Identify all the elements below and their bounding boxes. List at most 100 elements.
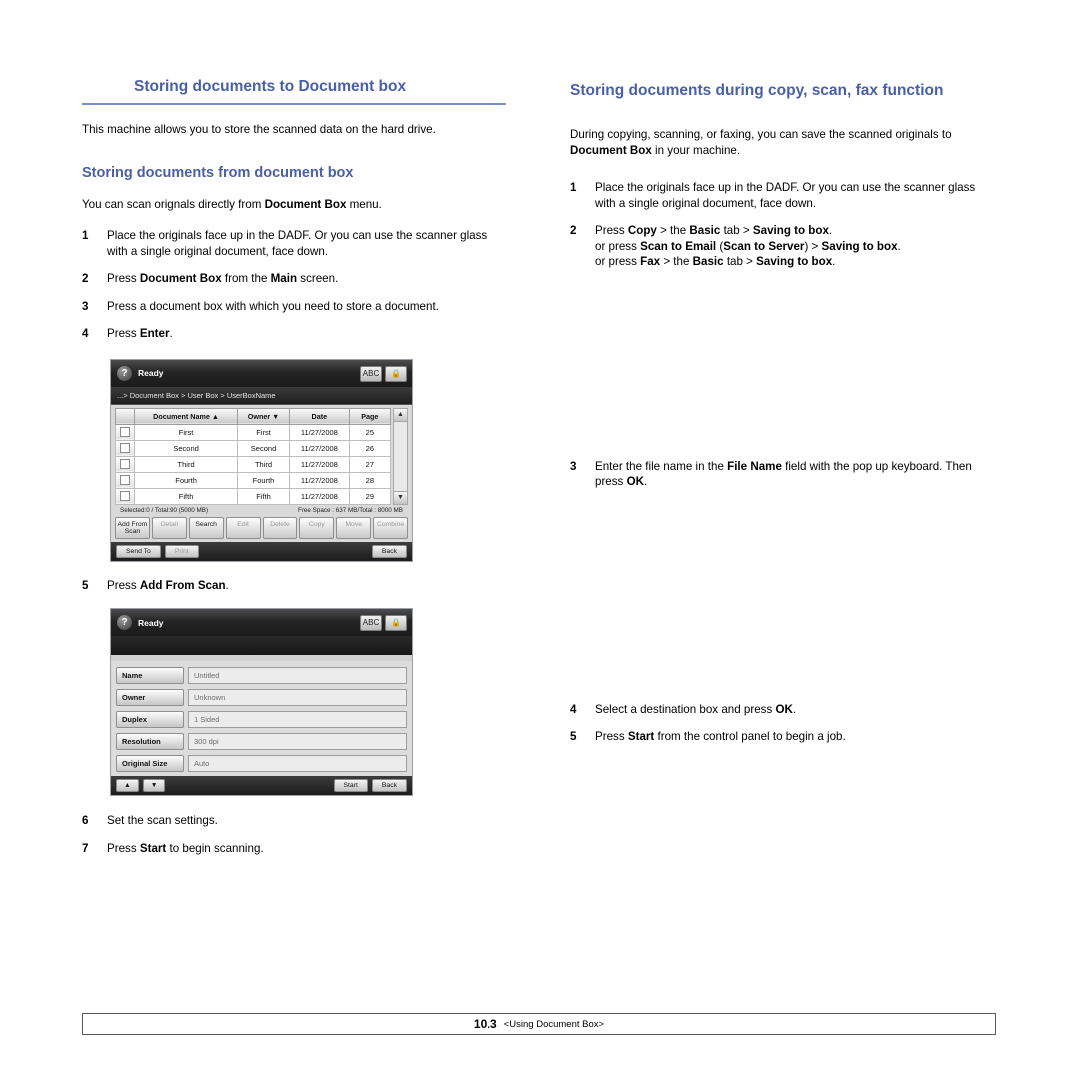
- copy-button[interactable]: Copy: [299, 516, 335, 539]
- step-text-pre: Press: [595, 730, 628, 743]
- document-table: Document Name ▲ Owner ▼ Date Page First …: [115, 407, 391, 505]
- line1-post: .: [828, 224, 833, 237]
- row-checkbox[interactable]: [115, 439, 135, 457]
- edit-button[interactable]: Edit: [225, 516, 261, 539]
- line1-bold-3: Saving to box: [752, 224, 829, 237]
- nav-up-icon[interactable]: ▲: [116, 779, 139, 792]
- lcd-header-bar: ? Ready ABC 🔒: [111, 359, 412, 387]
- row-checkbox[interactable]: [115, 455, 135, 473]
- step-number: 5: [570, 730, 577, 743]
- vertical-scrollbar[interactable]: ▲ ▼: [392, 407, 408, 505]
- row-checkbox[interactable]: [115, 487, 135, 505]
- lcd-table-area: Document Name ▲ Owner ▼ Date Page First …: [111, 404, 412, 515]
- sort-ascending-icon: ▲: [211, 411, 219, 421]
- screenshot-document-box-list: ? Ready ABC 🔒 ...> Document Box > User B…: [110, 358, 413, 562]
- right-step-2: 2 Press Copy > the Basic tab > Saving to…: [570, 223, 996, 270]
- delete-button[interactable]: Delete: [262, 516, 298, 539]
- right-intro-bold: Document Box: [570, 143, 652, 157]
- column-header-document-name[interactable]: Document Name ▲: [133, 407, 239, 425]
- step-text-pre: Press: [107, 327, 140, 340]
- row-checkbox[interactable]: [115, 423, 135, 441]
- cell-date: 11/27/2008: [288, 439, 350, 457]
- right-intro-post: in your machine.: [651, 143, 741, 157]
- step-text: Place the originals face up in the DADF.…: [107, 229, 488, 258]
- help-icon[interactable]: ?: [117, 615, 132, 630]
- duplex-field-value[interactable]: 1 Sided: [188, 711, 407, 728]
- row-checkbox[interactable]: [115, 471, 135, 489]
- table-header-row: Document Name ▲ Owner ▼ Date Page: [115, 407, 391, 425]
- cell-date: 11/27/2008: [288, 423, 350, 441]
- sub-intro-bold: Document Box: [264, 197, 347, 211]
- name-field-label[interactable]: Name: [116, 667, 184, 684]
- detail-button[interactable]: Detail: [151, 516, 187, 539]
- help-icon[interactable]: ?: [117, 365, 132, 381]
- right-section-title: Storing documents during copy, scan, fax…: [570, 82, 944, 99]
- cell-document-name: Fifth: [133, 487, 239, 505]
- cell-owner: Fifth: [237, 487, 290, 505]
- column-header-owner[interactable]: Owner ▼: [237, 407, 290, 425]
- table-row[interactable]: Fourth Fourth 11/27/2008 28: [115, 471, 391, 489]
- page-title: Storing documents to Document box: [82, 78, 506, 105]
- storage-status: Selected:0 / Total:90 (5000 MB) Free Spa…: [115, 504, 408, 515]
- table-row[interactable]: First First 11/27/2008 25: [115, 423, 391, 441]
- step-text-post: .: [792, 702, 797, 716]
- field-row-original-size: Original Size Auto: [116, 755, 407, 772]
- back-button[interactable]: Back: [371, 544, 407, 558]
- original-size-field-label[interactable]: Original Size: [116, 755, 184, 772]
- add-from-scan-button[interactable]: Add From Scan: [115, 516, 150, 539]
- table-row[interactable]: Second Second 11/27/2008 26: [115, 439, 391, 457]
- page-number: 10.3: [473, 1017, 497, 1031]
- original-size-field-value[interactable]: Auto: [188, 755, 407, 772]
- free-space: Free Space : 637 MB/Total : 8000 MB: [297, 506, 403, 514]
- step-text-post: screen.: [297, 272, 339, 285]
- move-button[interactable]: Move: [336, 516, 372, 539]
- nav-down-icon[interactable]: ▼: [142, 779, 166, 792]
- duplex-field-label[interactable]: Duplex: [116, 711, 184, 728]
- combine-button[interactable]: Combine: [373, 516, 408, 539]
- sub-intro-post: menu.: [346, 197, 382, 211]
- right-column: Storing documents during copy, scan, fax…: [570, 78, 996, 745]
- table-row[interactable]: Third Third 11/27/2008 27: [115, 455, 391, 473]
- cell-owner: Third: [237, 455, 290, 473]
- scroll-up-icon[interactable]: ▲: [393, 408, 407, 422]
- step-text-bold-1: File Name: [727, 459, 782, 473]
- resolution-field-value[interactable]: 300 dpi: [188, 733, 407, 750]
- search-button[interactable]: Search: [188, 516, 224, 539]
- language-icon[interactable]: ABC: [360, 615, 382, 631]
- owner-field-value[interactable]: Unknown: [188, 689, 407, 706]
- column-header-page[interactable]: Page: [348, 407, 391, 425]
- start-button[interactable]: Start: [333, 779, 368, 792]
- select-all-checkbox[interactable]: [115, 407, 135, 425]
- lock-icon[interactable]: 🔒: [385, 615, 407, 631]
- name-field-value[interactable]: Untitled: [188, 667, 407, 684]
- language-icon[interactable]: ABC: [360, 365, 382, 382]
- left-sub-intro: You can scan orignals directly from Docu…: [82, 197, 506, 213]
- cell-page: 25: [348, 423, 391, 441]
- table-row[interactable]: Fifth Fifth 11/27/2008 29: [115, 487, 391, 505]
- scroll-down-icon[interactable]: ▼: [393, 490, 407, 504]
- scan-settings-form: Name Untitled Owner Unknown Duplex 1 Sid…: [111, 661, 412, 776]
- step-number: 1: [570, 181, 577, 194]
- send-to-button[interactable]: Send To: [116, 544, 161, 558]
- field-row-name: Name Untitled: [116, 667, 407, 684]
- field-row-duplex: Duplex 1 Sided: [116, 711, 407, 728]
- step-text-post: from the control panel to begin a job.: [654, 730, 846, 743]
- step-line-2: or press Scan to Email (Scan to Server) …: [595, 239, 996, 255]
- page-number-sub: 3: [490, 1017, 497, 1031]
- line2-bold-3: Saving to box: [821, 239, 898, 253]
- line1-mid-2: tab >: [720, 224, 753, 237]
- column-header-date[interactable]: Date: [288, 407, 350, 425]
- line3-mid-2: tab >: [723, 255, 757, 268]
- resolution-field-label[interactable]: Resolution: [116, 733, 184, 750]
- owner-field-label[interactable]: Owner: [116, 689, 184, 706]
- back-button[interactable]: Back: [371, 779, 407, 792]
- step-text-bold-1: Start: [627, 730, 655, 743]
- line3-bold-1: Fax: [640, 255, 661, 268]
- left-step-6: 6 Set the scan settings.: [82, 813, 506, 829]
- chevron-down-icon: ▼: [272, 411, 280, 421]
- print-button[interactable]: Print: [164, 544, 199, 558]
- lock-icon[interactable]: 🔒: [385, 365, 407, 382]
- step-text-bold-1: Add From Scan: [139, 578, 226, 592]
- step-number: 3: [570, 459, 577, 473]
- step-text-bold-1: OK: [775, 702, 793, 716]
